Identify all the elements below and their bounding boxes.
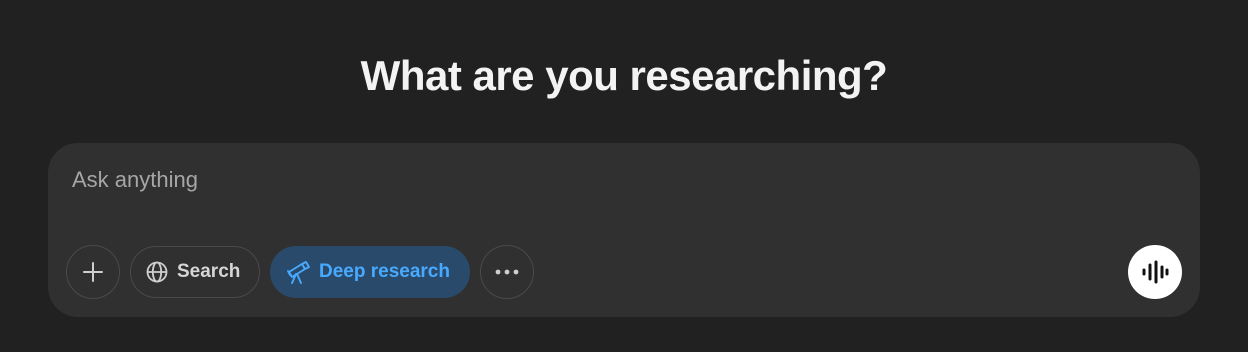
- page-title: What are you researching?: [360, 52, 888, 99]
- prompt-composer: Search Deep research: [48, 143, 1200, 317]
- search-button[interactable]: Search: [130, 246, 260, 298]
- voice-waveform-icon: [1141, 260, 1169, 284]
- ellipsis-icon: [495, 269, 519, 275]
- voice-mode-button[interactable]: [1128, 245, 1182, 299]
- globe-icon: [145, 260, 169, 284]
- deep-research-label: Deep research: [319, 261, 450, 282]
- plus-icon: [82, 261, 104, 283]
- composer-toolbar: Search Deep research: [66, 245, 544, 299]
- more-options-button[interactable]: [480, 245, 534, 299]
- deep-research-button[interactable]: Deep research: [270, 246, 470, 298]
- search-button-label: Search: [177, 261, 241, 282]
- add-button[interactable]: [66, 245, 120, 299]
- prompt-input[interactable]: [72, 165, 1072, 195]
- telescope-icon: [285, 259, 311, 285]
